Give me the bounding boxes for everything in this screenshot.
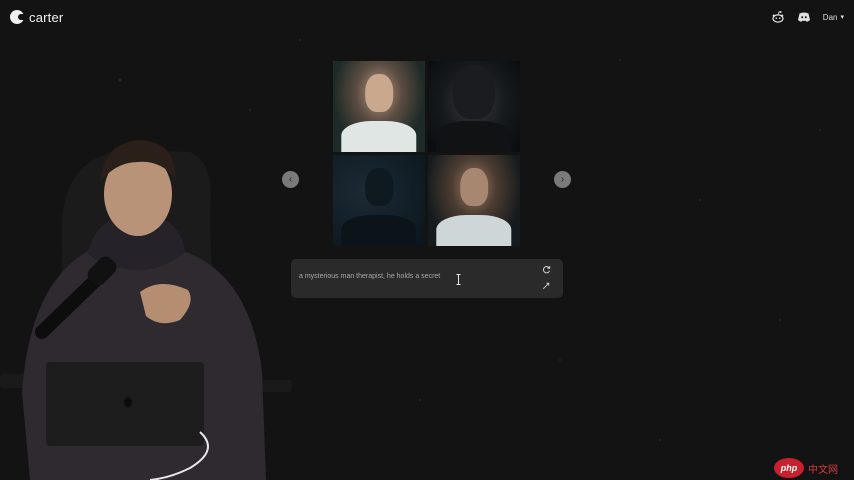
brand-name: carter bbox=[29, 9, 64, 25]
figure-head bbox=[365, 73, 393, 112]
brand[interactable]: carter bbox=[10, 10, 63, 25]
refresh-icon bbox=[542, 265, 550, 273]
chevron-right-icon: › bbox=[560, 173, 565, 185]
figure-body bbox=[436, 121, 512, 152]
regenerate-button[interactable] bbox=[541, 264, 551, 274]
figure-body bbox=[436, 215, 512, 246]
generated-image-1[interactable] bbox=[333, 61, 425, 152]
watermark: php 中文网 bbox=[774, 458, 838, 478]
header-nav: Dan ▾ bbox=[771, 10, 844, 24]
edit-button[interactable] bbox=[541, 281, 551, 291]
user-name: Dan bbox=[822, 12, 838, 22]
expand-icon bbox=[542, 282, 550, 290]
figure-body bbox=[341, 121, 417, 152]
generated-image-4[interactable] bbox=[428, 155, 520, 246]
watermark-badge: php bbox=[774, 458, 804, 478]
text-cursor-icon bbox=[456, 274, 461, 285]
generated-image-grid bbox=[333, 61, 520, 247]
generated-image-3[interactable] bbox=[333, 155, 425, 246]
carter-logo-icon bbox=[10, 10, 25, 24]
prompt-box[interactable]: a mysterious man therapist, he holds a s… bbox=[291, 259, 563, 298]
generated-image-2[interactable] bbox=[428, 61, 520, 152]
next-button[interactable]: › bbox=[554, 171, 571, 188]
reddit-icon[interactable] bbox=[771, 10, 785, 24]
chevron-down-icon: ▾ bbox=[840, 14, 844, 21]
figure-head bbox=[365, 167, 393, 206]
user-menu[interactable]: Dan ▾ bbox=[823, 13, 844, 22]
prompt-text[interactable]: a mysterious man therapist, he holds a s… bbox=[299, 273, 440, 280]
top-bar: carter Dan ▾ bbox=[0, 0, 854, 34]
discord-icon[interactable] bbox=[797, 10, 811, 24]
figure-body bbox=[341, 215, 417, 246]
presenter-webcam bbox=[0, 140, 292, 480]
figure-head bbox=[452, 64, 496, 120]
watermark-text: 中文网 bbox=[808, 464, 838, 476]
figure-head bbox=[460, 167, 488, 206]
